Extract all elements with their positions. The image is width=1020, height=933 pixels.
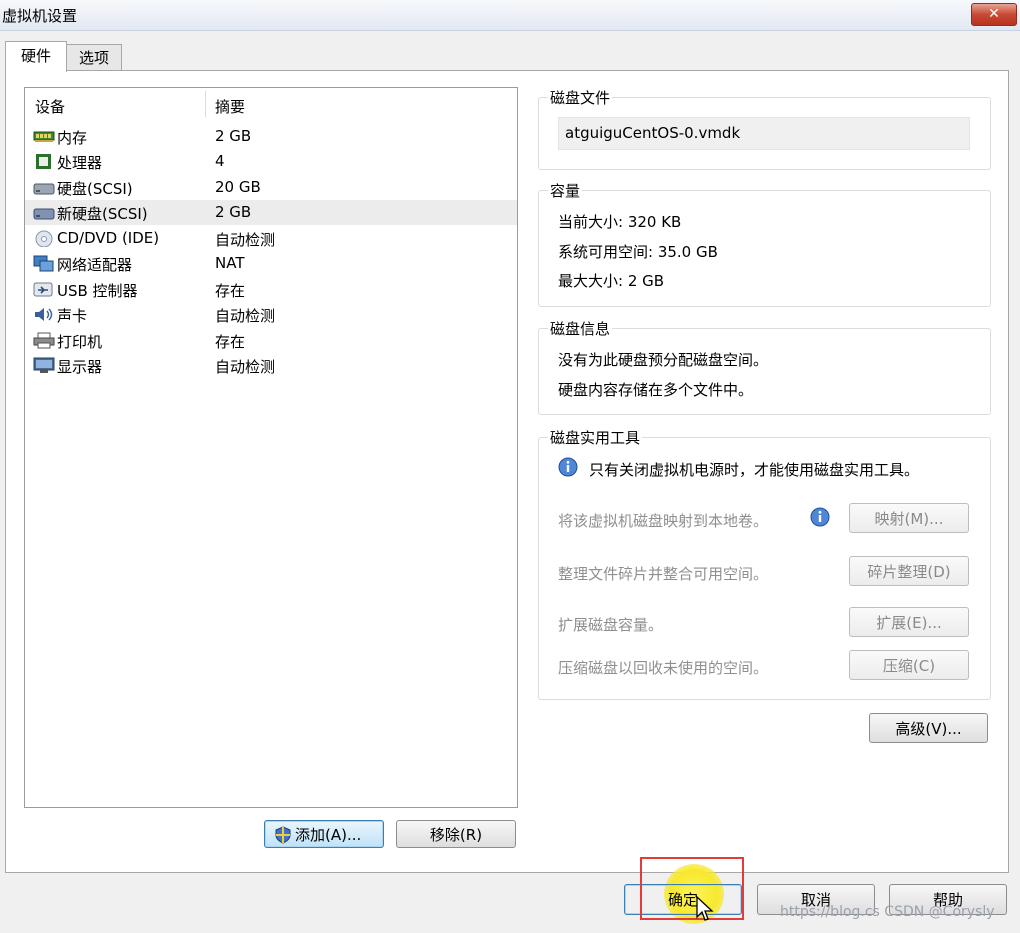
tab-options[interactable]: 选项	[66, 44, 122, 70]
usb-icon	[33, 282, 53, 297]
device-summary: 2 GB	[215, 127, 252, 145]
expand-button[interactable]: 扩展(E)...	[849, 607, 969, 637]
watermark: https://blog.cs CSDN @Corysly	[780, 904, 995, 920]
speaker-icon	[35, 308, 53, 321]
device-row-display[interactable]: 显示器 自动检测	[25, 353, 517, 378]
remove-button[interactable]: 移除(R)	[396, 820, 516, 848]
window-title: 虚拟机设置	[2, 7, 78, 25]
group-title: 容量	[548, 180, 583, 201]
disk-file-group: 磁盘文件 atguiguCentOS-0.vmdk	[538, 87, 991, 170]
device-name: USB 控制器	[57, 282, 138, 300]
info-icon	[810, 507, 830, 527]
close-button[interactable]: ✕	[971, 3, 1017, 26]
device-row-printer[interactable]: 打印机 存在	[25, 328, 517, 353]
device-name: 新硬盘(SCSI)	[57, 205, 148, 223]
disk-tools-notice: 只有关闭虚拟机电源时，才能使用磁盘实用工具。	[589, 461, 920, 479]
device-summary: 存在	[215, 333, 246, 351]
cd-dvd-icon	[35, 230, 53, 247]
compact-button[interactable]: 压缩(C)	[849, 650, 969, 680]
device-row-usb-controller[interactable]: USB 控制器 存在	[25, 277, 517, 302]
device-name: 打印机	[57, 333, 103, 351]
map-button[interactable]: 映射(M)...	[849, 503, 969, 533]
disk-info-group: 磁盘信息 没有为此硬盘预分配磁盘空间。 硬盘内容存储在多个文件中。	[538, 318, 991, 415]
device-list-header: 设备 摘要	[25, 88, 517, 118]
printer-icon	[33, 332, 55, 349]
memory-icon	[33, 131, 55, 142]
column-header-summary[interactable]: 摘要	[215, 96, 245, 117]
device-summary: 4	[215, 152, 225, 170]
advanced-button[interactable]: 高级(V)...	[869, 713, 988, 743]
disk-tools-group: 磁盘实用工具 只有关闭虚拟机电源时，才能使用磁盘实用工具。 将该虚拟机磁盘映射到…	[538, 427, 991, 700]
disk-info-line: 硬盘内容存储在多个文件中。	[558, 381, 754, 399]
close-icon: ✕	[988, 6, 1000, 22]
device-name: 硬盘(SCSI)	[57, 180, 133, 198]
hard-disk-icon	[33, 208, 55, 220]
device-summary: 自动检测	[215, 231, 276, 249]
tab-hardware[interactable]: 硬件	[5, 41, 67, 72]
device-name: CD/DVD (IDE)	[57, 229, 160, 247]
device-name: 内存	[57, 129, 88, 147]
map-description: 将该虚拟机磁盘映射到本地卷。	[558, 512, 769, 530]
defrag-description: 整理文件碎片并整合可用空间。	[558, 565, 769, 583]
compact-description: 压缩磁盘以回收未使用的空间。	[558, 659, 769, 677]
device-row-hard-disk[interactable]: 硬盘(SCSI) 20 GB	[25, 175, 517, 200]
device-list[interactable]: 设备 摘要 内存 2 GB 处理器 4 硬盘(SCSI) 20 GB 新硬盘(S…	[24, 87, 518, 808]
info-icon	[558, 457, 578, 477]
device-name: 声卡	[57, 307, 88, 325]
shield-icon	[275, 826, 291, 844]
device-summary: 自动检测	[215, 307, 276, 325]
device-summary: NAT	[215, 254, 245, 272]
add-button[interactable]: 添加(A)...	[264, 820, 384, 848]
device-name: 处理器	[57, 154, 103, 172]
group-title: 磁盘文件	[548, 87, 613, 108]
device-row-cd-dvd[interactable]: CD/DVD (IDE) 自动检测	[25, 226, 517, 251]
capacity-group: 容量 当前大小: 320 KB 系统可用空间: 35.0 GB 最大大小: 2 …	[538, 180, 991, 307]
device-name: 显示器	[57, 358, 103, 376]
title-bar: 虚拟机设置 ✕	[0, 0, 1020, 31]
device-summary: 20 GB	[215, 178, 261, 196]
max-size: 最大大小: 2 GB	[558, 272, 665, 290]
processor-icon	[36, 154, 51, 169]
device-row-processor[interactable]: 处理器 4	[25, 149, 517, 174]
device-summary: 存在	[215, 282, 246, 300]
device-row-network-adapter[interactable]: 网络适配器 NAT	[25, 251, 517, 276]
device-row-new-hard-disk[interactable]: 新硬盘(SCSI) 2 GB	[25, 200, 517, 225]
device-row-memory[interactable]: 内存 2 GB	[25, 124, 517, 149]
device-name: 网络适配器	[57, 256, 133, 274]
group-title: 磁盘信息	[548, 318, 613, 339]
hard-disk-icon	[33, 183, 55, 195]
defrag-button[interactable]: 碎片整理(D)	[849, 556, 969, 586]
network-adapter-icon	[33, 255, 54, 272]
current-size: 当前大小: 320 KB	[558, 213, 682, 231]
add-button-label: 添加(A)...	[295, 826, 362, 844]
device-row-sound-card[interactable]: 声卡 自动检测	[25, 302, 517, 327]
expand-description: 扩展磁盘容量。	[558, 616, 664, 634]
column-divider[interactable]	[205, 91, 206, 117]
column-header-device[interactable]: 设备	[35, 96, 65, 117]
device-summary: 2 GB	[215, 203, 252, 221]
disk-info-line: 没有为此硬盘预分配磁盘空间。	[558, 351, 769, 369]
group-title: 磁盘实用工具	[548, 427, 643, 448]
cursor-icon	[696, 895, 714, 921]
monitor-icon	[33, 357, 55, 373]
disk-file-field[interactable]: atguiguCentOS-0.vmdk	[558, 117, 970, 150]
available-space: 系统可用空间: 35.0 GB	[558, 243, 718, 261]
device-summary: 自动检测	[215, 358, 276, 376]
annotation-highlight-box	[640, 857, 744, 920]
